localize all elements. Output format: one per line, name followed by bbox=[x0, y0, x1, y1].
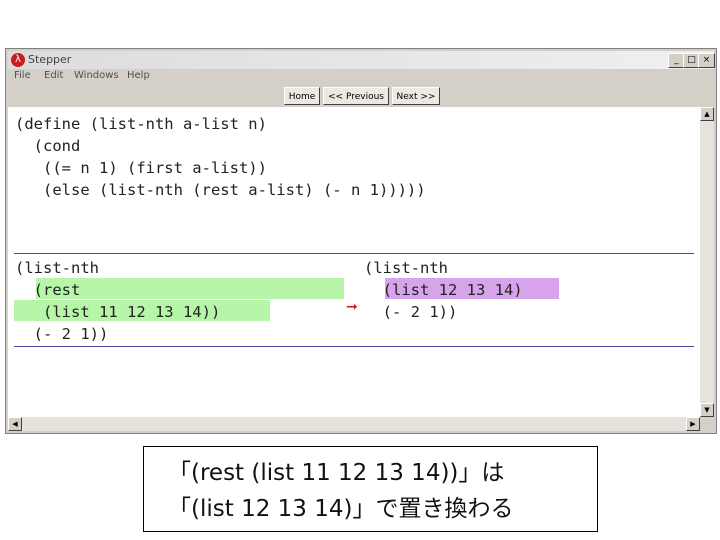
title-bar[interactable]: λ Stepper _ □ × bbox=[8, 51, 715, 69]
close-button[interactable]: × bbox=[698, 53, 715, 68]
scroll-down-icon[interactable]: ▼ bbox=[700, 403, 714, 417]
before-line: (rest bbox=[15, 281, 81, 299]
scroll-up-icon[interactable]: ▲ bbox=[700, 107, 714, 121]
toolbar: Home << Previous Next >> bbox=[8, 85, 714, 107]
scroll-right-icon[interactable]: ▶ bbox=[686, 417, 700, 431]
vertical-scrollbar[interactable]: ▲ ▼ bbox=[700, 107, 714, 417]
definition-line: (else (list-nth (rest a-list) (- n 1))))… bbox=[15, 181, 426, 199]
menu-windows[interactable]: Windows bbox=[74, 70, 119, 81]
definition-line: (define (list-nth a-list n) bbox=[15, 115, 267, 133]
definition-line: (cond bbox=[15, 137, 81, 155]
caption-box: 「(rest (list 11 12 13 14))」は 「(list 12 1… bbox=[143, 446, 598, 532]
caption-line-2: 「(list 12 13 14)」で置き換わる bbox=[168, 496, 514, 522]
step-arrow-icon: ➞ bbox=[346, 299, 358, 315]
menu-edit[interactable]: Edit bbox=[44, 70, 63, 81]
after-line: (- 2 1)) bbox=[364, 303, 458, 321]
menu-bar: File Edit Windows Help bbox=[8, 69, 714, 85]
before-line: (- 2 1)) bbox=[15, 325, 109, 343]
home-button[interactable]: Home bbox=[284, 87, 320, 105]
window-title: Stepper bbox=[28, 53, 72, 66]
stepper-code-area[interactable]: (define (list-nth a-list n) (cond ((= n … bbox=[8, 107, 700, 417]
stepper-window: λ Stepper _ □ × File Edit Windows Help H… bbox=[5, 48, 717, 434]
before-line: (list 11 12 13 14)) bbox=[15, 303, 221, 321]
app-lambda-icon: λ bbox=[11, 53, 25, 67]
scroll-left-icon[interactable]: ◀ bbox=[8, 417, 22, 431]
previous-button[interactable]: << Previous bbox=[323, 87, 389, 105]
reduct-highlight bbox=[36, 278, 344, 299]
definition-separator bbox=[14, 253, 694, 254]
menu-file[interactable]: File bbox=[14, 70, 31, 81]
horizontal-scrollbar[interactable]: ◀ ▶ bbox=[8, 417, 700, 431]
step-separator bbox=[14, 346, 694, 347]
after-line: (list 12 13 14) bbox=[364, 281, 523, 299]
definition-line: ((= n 1) (first a-list)) bbox=[15, 159, 267, 177]
before-line: (list-nth bbox=[15, 259, 99, 277]
caption-line-1: 「(rest (list 11 12 13 14))」は bbox=[168, 460, 505, 486]
after-line: (list-nth bbox=[364, 259, 448, 277]
next-button[interactable]: Next >> bbox=[392, 87, 440, 105]
menu-help[interactable]: Help bbox=[127, 70, 150, 81]
